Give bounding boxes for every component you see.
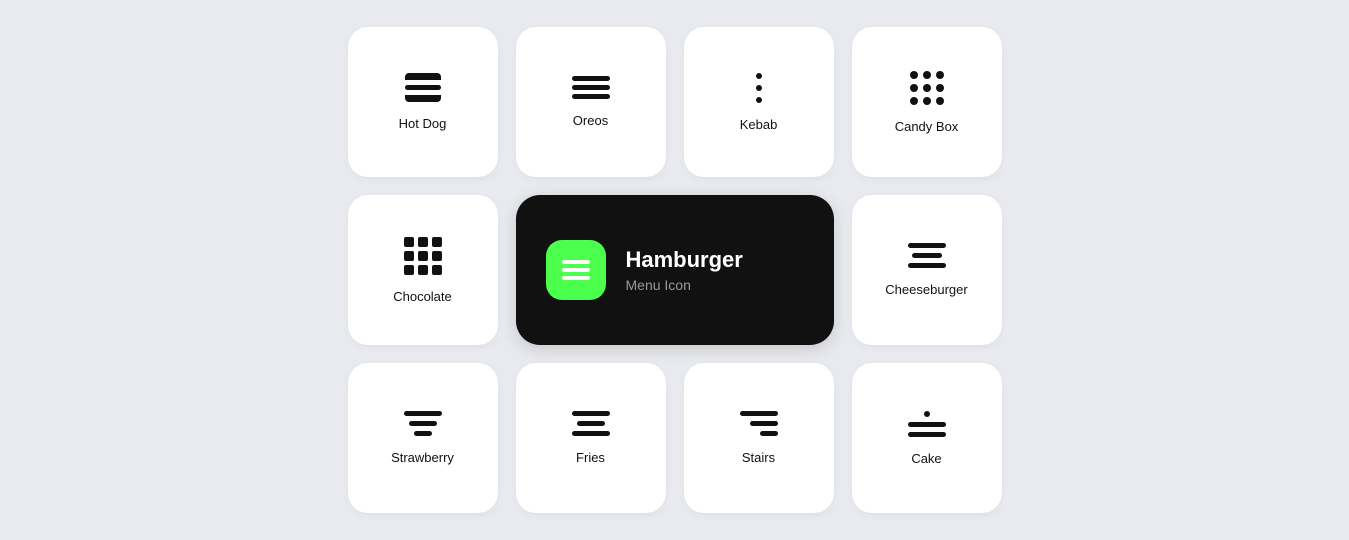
card-strawberry[interactable]: Strawberry — [348, 363, 498, 513]
oreos-label: Oreos — [573, 113, 608, 128]
hamburger-text: Hamburger Menu Icon — [626, 247, 743, 293]
chocolate-icon — [404, 237, 442, 275]
strawberry-label: Strawberry — [391, 450, 454, 465]
fries-icon — [572, 411, 610, 436]
stairs-label: Stairs — [742, 450, 775, 465]
cake-icon — [908, 411, 946, 437]
cake-label: Cake — [911, 451, 941, 466]
hotdog-label: Hot Dog — [399, 116, 447, 131]
hamburger-icon-wrapper — [546, 240, 606, 300]
fries-label: Fries — [576, 450, 605, 465]
hotdog-icon — [405, 73, 441, 102]
candybox-icon — [910, 71, 944, 105]
card-hamburger-featured[interactable]: Hamburger Menu Icon — [516, 195, 834, 345]
card-chocolate[interactable]: Chocolate — [348, 195, 498, 345]
card-cake[interactable]: Cake — [852, 363, 1002, 513]
card-cheeseburger[interactable]: Cheeseburger — [852, 195, 1002, 345]
card-hotdog[interactable]: Hot Dog — [348, 27, 498, 177]
strawberry-icon — [404, 411, 442, 436]
cheeseburger-icon — [908, 243, 946, 268]
oreos-icon — [572, 76, 610, 99]
kebab-label: Kebab — [740, 117, 778, 132]
card-oreos[interactable]: Oreos — [516, 27, 666, 177]
card-fries[interactable]: Fries — [516, 363, 666, 513]
cheeseburger-label: Cheeseburger — [885, 282, 967, 297]
card-stairs[interactable]: Stairs — [684, 363, 834, 513]
card-kebab[interactable]: Kebab — [684, 27, 834, 177]
chocolate-label: Chocolate — [393, 289, 452, 304]
kebab-icon — [756, 73, 762, 103]
candybox-label: Candy Box — [895, 119, 959, 134]
hamburger-subtitle: Menu Icon — [626, 277, 743, 293]
hamburger-title: Hamburger — [626, 247, 743, 273]
card-candybox[interactable]: Candy Box — [852, 27, 1002, 177]
icon-grid: Hot Dog Oreos Kebab Candy Box — [348, 27, 1002, 513]
stairs-icon — [740, 411, 778, 436]
hamburger-icon — [562, 260, 590, 280]
